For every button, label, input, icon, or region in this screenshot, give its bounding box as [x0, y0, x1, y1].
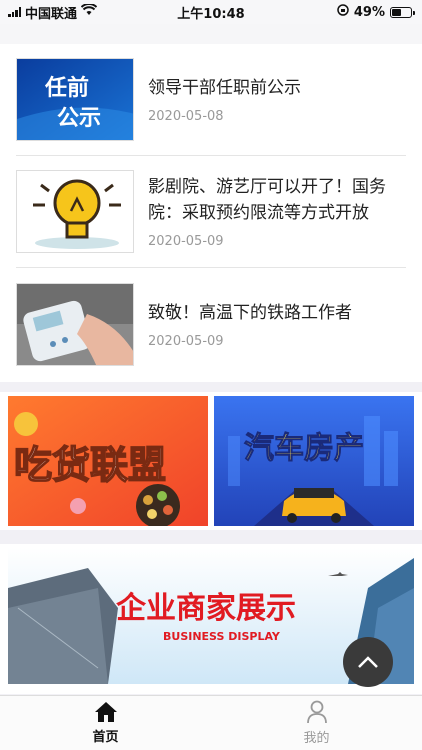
status-bar: 中国联通 上午10:48 49%	[0, 0, 422, 24]
section-divider	[0, 530, 422, 544]
news-item[interactable]: 致敬！高温下的铁路工作者 2020-05-09	[16, 268, 406, 380]
news-thumbnail: 任前 公示	[16, 58, 134, 141]
clock: 上午10:48	[177, 6, 245, 22]
battery-icon	[390, 6, 415, 18]
thumb-text: 任前	[44, 75, 89, 101]
banner-subtitle: BUSINESS DISPLAY	[163, 630, 281, 643]
news-item[interactable]: 任前 公示 领导干部任职前公示 2020-05-08	[16, 44, 406, 156]
thumb-text: 公示	[57, 106, 101, 131]
promo-title: 吃货联盟	[14, 443, 166, 487]
news-date: 2020-05-09	[148, 333, 224, 349]
news-date: 2020-05-08	[148, 109, 224, 124]
news-thumbnail	[16, 282, 134, 366]
tab-mine[interactable]: 我的	[211, 696, 422, 750]
section-divider	[0, 382, 422, 392]
header-strip	[0, 24, 422, 44]
news-date: 2020-05-09	[148, 234, 224, 249]
user-icon	[306, 700, 327, 724]
news-title: 致敬！高温下的铁路工作者	[148, 302, 352, 323]
promo-car-house[interactable]: 汽车房产	[214, 396, 414, 526]
news-list: 任前 公示 领导干部任职前公示 2020-05-08 影剧院、游艺厅可以开了！国…	[0, 44, 422, 382]
carrier-name: 中国联通	[25, 6, 78, 22]
news-title: 影剧院、游艺厅可以开了！国务院：采取预约限流等方式开放	[148, 177, 386, 223]
news-item[interactable]: 影剧院、游艺厅可以开了！国务院：采取预约限流等方式开放 2020-05-09	[16, 156, 406, 268]
promo-row: 吃货联盟 汽车房产	[0, 392, 422, 530]
battery-fill	[392, 8, 401, 16]
chevron-up-icon	[358, 656, 378, 668]
news-title: 领导干部任职前公示	[148, 78, 301, 98]
home-icon	[94, 702, 117, 722]
tab-home[interactable]: 首页	[0, 696, 211, 750]
battery-percent: 49%	[353, 4, 385, 20]
signal-icon	[8, 7, 21, 17]
news-thumbnail	[16, 170, 134, 253]
tab-label: 我的	[303, 731, 330, 746]
orientation-lock-icon	[337, 4, 349, 20]
banner-title: 企业商家展示	[116, 591, 296, 626]
promo-title: 汽车房产	[244, 431, 364, 466]
tab-label: 首页	[92, 730, 119, 745]
back-to-top-button[interactable]	[343, 637, 393, 687]
promo-food-league[interactable]: 吃货联盟	[8, 396, 208, 526]
wifi-icon	[80, 3, 98, 20]
tab-bar: 首页 我的	[0, 695, 422, 750]
